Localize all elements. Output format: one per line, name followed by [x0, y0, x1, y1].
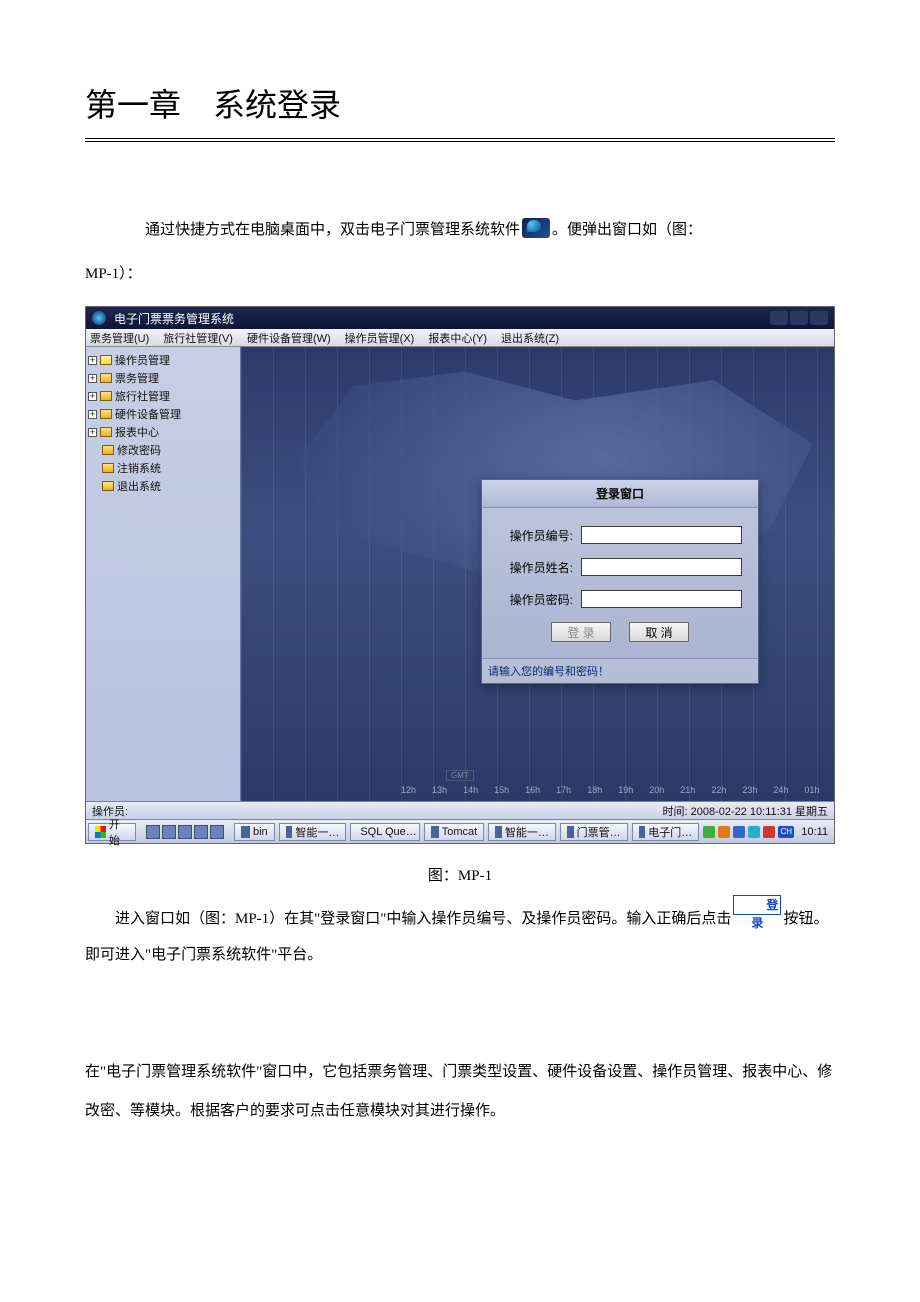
expand-box-icon[interactable]: +: [88, 356, 97, 365]
taskbar-button[interactable]: SQL Que…: [350, 823, 420, 841]
heading-rule: [85, 138, 835, 142]
folder-icon: [100, 391, 112, 401]
menu-item[interactable]: 硬件设备管理(W): [247, 330, 331, 346]
menubar: 票务管理(U) 旅行社管理(V) 硬件设备管理(W) 操作员管理(X) 报表中心…: [86, 329, 834, 347]
windows-logo-icon: [95, 826, 106, 838]
tree-node[interactable]: +报表中心: [88, 423, 238, 441]
expand-box-icon[interactable]: +: [88, 374, 97, 383]
folder-icon: [102, 445, 114, 455]
statusbar: 操作员: 时间: 2008-02-22 10:11:31 星期五: [86, 801, 834, 819]
folder-icon: [102, 463, 114, 473]
close-button[interactable]: [810, 311, 828, 325]
start-button[interactable]: 开始: [88, 823, 136, 841]
ql-icon[interactable]: [162, 825, 176, 839]
folder-icon: [241, 826, 250, 838]
chapter-title: 第一章 系统登录: [85, 80, 835, 126]
intro-paragraph: 通过快捷方式在电脑桌面中，双击电子门票管理系统软件。便弹出窗口如（图：: [85, 212, 835, 248]
folder-icon: [100, 373, 112, 383]
menu-item[interactable]: 旅行社管理(V): [163, 330, 233, 346]
ie-icon: [286, 826, 293, 838]
system-tray: CH 10:11: [703, 826, 832, 838]
app-icon: [639, 826, 646, 838]
taskbar-button[interactable]: 门票管…: [560, 823, 628, 841]
operator-name-input[interactable]: [581, 558, 742, 576]
taskbar: 开始 bin 智能一… SQL Que… Tomcat 智能一… 门票管… 电子…: [86, 819, 834, 843]
hour-scale: 12h13h14h15h16h17h18h19h20h21h22h23h24h0…: [401, 785, 834, 795]
tree-node[interactable]: +票务管理: [88, 369, 238, 387]
quick-launch: [146, 825, 224, 839]
folder-icon: [100, 409, 112, 419]
login-hint: 请输入您的编号和密码！: [482, 658, 758, 683]
window-title: 电子门票票务管理系统: [114, 310, 770, 327]
tray-icon[interactable]: [718, 826, 730, 838]
app-icon: [567, 826, 574, 838]
tomcat-icon: [431, 826, 438, 838]
taskbar-button[interactable]: Tomcat: [424, 823, 484, 841]
tray-icon[interactable]: [748, 826, 760, 838]
folder-icon: [100, 427, 112, 437]
tree-node[interactable]: 注销系统: [88, 459, 238, 477]
expand-box-icon[interactable]: +: [88, 428, 97, 437]
taskbar-button[interactable]: bin: [234, 823, 275, 841]
menu-item[interactable]: 退出系统(Z): [501, 330, 559, 346]
ql-icon[interactable]: [146, 825, 160, 839]
operator-name-label: 操作员姓名:: [498, 559, 575, 576]
navigation-tree: +操作员管理 +票务管理 +旅行社管理 +硬件设备管理 +报表中心 修改密码 注…: [86, 347, 241, 801]
folder-open-icon: [100, 355, 112, 365]
operator-pwd-input[interactable]: [581, 590, 742, 608]
tray-icon[interactable]: [703, 826, 715, 838]
ql-icon[interactable]: [194, 825, 208, 839]
operator-id-label: 操作员编号:: [498, 527, 575, 544]
body-paragraph: 进入窗口如（图：MP-1）在其"登录窗口"中输入操作员编号、及操作员密码。输入正…: [85, 895, 835, 973]
menu-item[interactable]: 报表中心(Y): [428, 330, 487, 346]
tree-node[interactable]: 退出系统: [88, 477, 238, 495]
tree-node[interactable]: 修改密码: [88, 441, 238, 459]
login-button[interactable]: 登 录: [551, 622, 611, 642]
operator-pwd-label: 操作员密码:: [498, 591, 575, 608]
tree-node[interactable]: +硬件设备管理: [88, 405, 238, 423]
taskbar-button[interactable]: 智能一…: [279, 823, 347, 841]
login-dialog: 登录窗口 操作员编号: 操作员姓名: 操作员密码: 登 录 取 消 请输入您的编…: [481, 479, 759, 684]
taskbar-clock: 10:11: [801, 826, 828, 838]
taskbar-button[interactable]: 智能一…: [488, 823, 556, 841]
expand-box-icon[interactable]: +: [88, 392, 97, 401]
app-screenshot: 电子门票票务管理系统 票务管理(U) 旅行社管理(V) 硬件设备管理(W) 操作…: [85, 306, 835, 844]
ql-icon[interactable]: [178, 825, 192, 839]
taskbar-button[interactable]: 电子门…: [632, 823, 700, 841]
ql-icon[interactable]: [210, 825, 224, 839]
app-shortcut-icon: [522, 218, 550, 238]
body-paragraph: 在"电子门票管理系统软件"窗口中，它包括票务管理、门票类型设置、硬件设备设置、操…: [85, 1053, 835, 1131]
tray-icon[interactable]: [733, 826, 745, 838]
expand-box-icon[interactable]: +: [88, 410, 97, 419]
figure-caption: 图：MP-1: [85, 864, 835, 885]
status-time: 时间: 2008-02-22 10:11:31 星期五: [663, 803, 829, 819]
menu-item[interactable]: 操作员管理(X): [345, 330, 415, 346]
tree-node[interactable]: +操作员管理: [88, 351, 238, 369]
login-dialog-title: 登录窗口: [482, 480, 758, 508]
tray-icon[interactable]: [763, 826, 775, 838]
gmt-marker: GMT: [446, 770, 474, 781]
menu-item[interactable]: 票务管理(U): [90, 330, 149, 346]
intro-paragraph-line2: MP-1）：: [85, 256, 835, 292]
app-icon: [92, 311, 106, 325]
operator-id-input[interactable]: [581, 526, 742, 544]
inline-login-button-icon: 登录: [733, 895, 781, 915]
maximize-button[interactable]: [790, 311, 808, 325]
minimize-button[interactable]: [770, 311, 788, 325]
cancel-button[interactable]: 取 消: [629, 622, 689, 642]
window-titlebar: 电子门票票务管理系统: [86, 307, 834, 329]
folder-icon: [102, 481, 114, 491]
main-canvas: GMT 12h13h14h15h16h17h18h19h20h21h22h23h…: [241, 347, 834, 801]
language-indicator[interactable]: CH: [778, 826, 794, 838]
tree-node[interactable]: +旅行社管理: [88, 387, 238, 405]
ie-icon: [495, 826, 502, 838]
